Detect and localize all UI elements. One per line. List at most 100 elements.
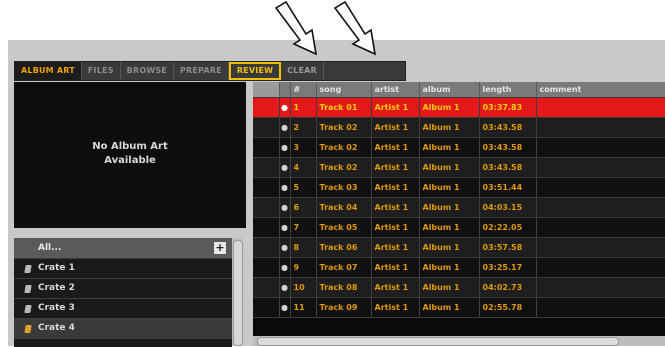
cell-length: 03:43.58 xyxy=(479,117,537,138)
album-art-panel: No Album Art Available xyxy=(14,82,246,228)
crate-all[interactable]: All... + xyxy=(14,239,232,259)
cell-length: 02:22.05 xyxy=(479,217,537,238)
status-dot-icon: ● xyxy=(279,257,291,278)
cell-song: Track 01 xyxy=(316,97,372,118)
crate-label: Crate 3 xyxy=(38,303,75,313)
row-spacer xyxy=(253,217,280,238)
table-row[interactable]: ● 5 Track 03 Artist 1 Album 1 03:51.44 xyxy=(253,177,665,198)
cell-song: Track 02 xyxy=(316,157,372,178)
cell-length: 02:55.78 xyxy=(479,297,537,318)
cell-length: 03:57.58 xyxy=(479,237,537,258)
cell-number: 3 xyxy=(290,137,317,158)
status-dot-icon: ● xyxy=(279,217,291,238)
cell-comment xyxy=(536,277,665,298)
header-song[interactable]: song xyxy=(316,82,372,98)
cell-song: Track 06 xyxy=(316,237,372,258)
cell-artist: Artist 1 xyxy=(371,157,420,178)
cell-comment xyxy=(536,257,665,278)
cell-comment xyxy=(536,237,665,258)
cell-artist: Artist 1 xyxy=(371,257,420,278)
cell-album: Album 1 xyxy=(419,97,480,118)
status-dot-icon: ● xyxy=(279,97,291,118)
cell-number: 6 xyxy=(290,197,317,218)
row-spacer xyxy=(253,257,280,278)
crate-list: All... + Crate 1 Crate 2 Crate 3 Crate 4 xyxy=(14,238,232,347)
row-spacer xyxy=(253,117,280,138)
cell-song: Track 02 xyxy=(316,137,372,158)
cell-song: Track 02 xyxy=(316,117,372,138)
cell-artist: Artist 1 xyxy=(371,197,420,218)
no-album-art-message: No Album Art Available xyxy=(14,140,246,168)
cell-album: Album 1 xyxy=(419,177,480,198)
row-spacer xyxy=(253,237,280,258)
cell-album: Album 1 xyxy=(419,237,480,258)
crate-item[interactable]: Crate 3 xyxy=(14,299,232,319)
cell-artist: Artist 1 xyxy=(371,297,420,318)
table-row[interactable]: ● 4 Track 02 Artist 1 Album 1 03:43.58 xyxy=(253,157,665,178)
status-dot-icon: ● xyxy=(279,137,291,158)
tab-clear[interactable]: CLEAR xyxy=(281,62,324,80)
crate-icon xyxy=(22,263,32,275)
cell-song: Track 09 xyxy=(316,297,372,318)
cell-artist: Artist 1 xyxy=(371,97,420,118)
table-row[interactable]: ● 1 Track 01 Artist 1 Album 1 03:37.83 xyxy=(253,97,665,118)
crate-item[interactable]: Crate 2 xyxy=(14,279,232,299)
cell-number: 10 xyxy=(290,277,317,298)
track-table-body: ● 1 Track 01 Artist 1 Album 1 03:37.83 ● 2 Track… xyxy=(253,97,665,318)
track-horizontal-scrollbar-thumb[interactable] xyxy=(257,337,619,346)
cell-number: 7 xyxy=(290,217,317,238)
cell-comment xyxy=(536,297,665,318)
table-row[interactable]: ● 9 Track 07 Artist 1 Album 1 03:25.17 xyxy=(253,257,665,278)
crate-icon xyxy=(22,283,32,295)
table-row[interactable]: ● 2 Track 02 Artist 1 Album 1 03:43.58 xyxy=(253,117,665,138)
cell-artist: Artist 1 xyxy=(371,137,420,158)
tab-files[interactable]: FILES xyxy=(82,62,121,80)
track-table: # song artist album length comment ● 1 Tra… xyxy=(253,82,665,318)
crate-scrollbar-thumb[interactable] xyxy=(233,240,243,346)
crate-scrollbar[interactable] xyxy=(232,238,243,346)
cell-number: 2 xyxy=(290,117,317,138)
status-dot-icon: ● xyxy=(279,237,291,258)
crate-all-label: All... xyxy=(38,243,62,253)
cell-comment xyxy=(536,157,665,178)
cell-number: 4 xyxy=(290,157,317,178)
tab-browse[interactable]: BROWSE xyxy=(121,62,174,80)
header-artist[interactable]: artist xyxy=(371,82,420,98)
add-crate-button[interactable]: + xyxy=(214,242,226,254)
crate-label: Crate 4 xyxy=(38,323,75,333)
crate-item[interactable]: Crate 1 xyxy=(14,259,232,279)
row-spacer xyxy=(253,177,280,198)
crate-item[interactable]: Crate 4 xyxy=(14,319,232,339)
track-table-panel: # song artist album length comment ● 1 Tra… xyxy=(253,82,665,346)
cell-length: 03:37.83 xyxy=(479,97,537,118)
tab-review[interactable]: REVIEW xyxy=(228,62,282,80)
cell-length: 03:43.58 xyxy=(479,157,537,178)
table-row[interactable]: ● 3 Track 02 Artist 1 Album 1 03:43.58 xyxy=(253,137,665,158)
cell-length: 04:03.15 xyxy=(479,197,537,218)
cell-length: 03:43.58 xyxy=(479,137,537,158)
no-album-art-line2: Available xyxy=(104,155,156,166)
cell-album: Album 1 xyxy=(419,197,480,218)
down-arrow-icon xyxy=(333,0,377,56)
table-row[interactable]: ● 7 Track 05 Artist 1 Album 1 02:22.05 xyxy=(253,217,665,238)
status-dot-icon: ● xyxy=(279,277,291,298)
header-album[interactable]: album xyxy=(419,82,480,98)
header-comment[interactable]: comment xyxy=(536,82,665,98)
cell-artist: Artist 1 xyxy=(371,237,420,258)
table-header-row: # song artist album length comment xyxy=(253,82,665,98)
cell-artist: Artist 1 xyxy=(371,177,420,198)
status-dot-icon: ● xyxy=(279,117,291,138)
table-row[interactable]: ● 6 Track 04 Artist 1 Album 1 04:03.15 xyxy=(253,197,665,218)
cell-song: Track 08 xyxy=(316,277,372,298)
table-row[interactable]: ● 10 Track 08 Artist 1 Album 1 04:02.73 xyxy=(253,277,665,298)
status-dot-icon: ● xyxy=(279,197,291,218)
header-length[interactable]: length xyxy=(479,82,537,98)
cell-song: Track 05 xyxy=(316,217,372,238)
tab-album-art[interactable]: ALBUM ART xyxy=(15,62,82,80)
tab-bar: ALBUM ART FILES BROWSE PREPARE REVIEW CL… xyxy=(14,61,406,81)
track-horizontal-scrollbar[interactable] xyxy=(253,336,665,346)
header-number[interactable]: # xyxy=(290,82,317,98)
tab-prepare[interactable]: PREPARE xyxy=(174,62,229,80)
table-row[interactable]: ● 8 Track 06 Artist 1 Album 1 03:57.58 xyxy=(253,237,665,258)
table-row[interactable]: ● 11 Track 09 Artist 1 Album 1 02:55.78 xyxy=(253,297,665,318)
